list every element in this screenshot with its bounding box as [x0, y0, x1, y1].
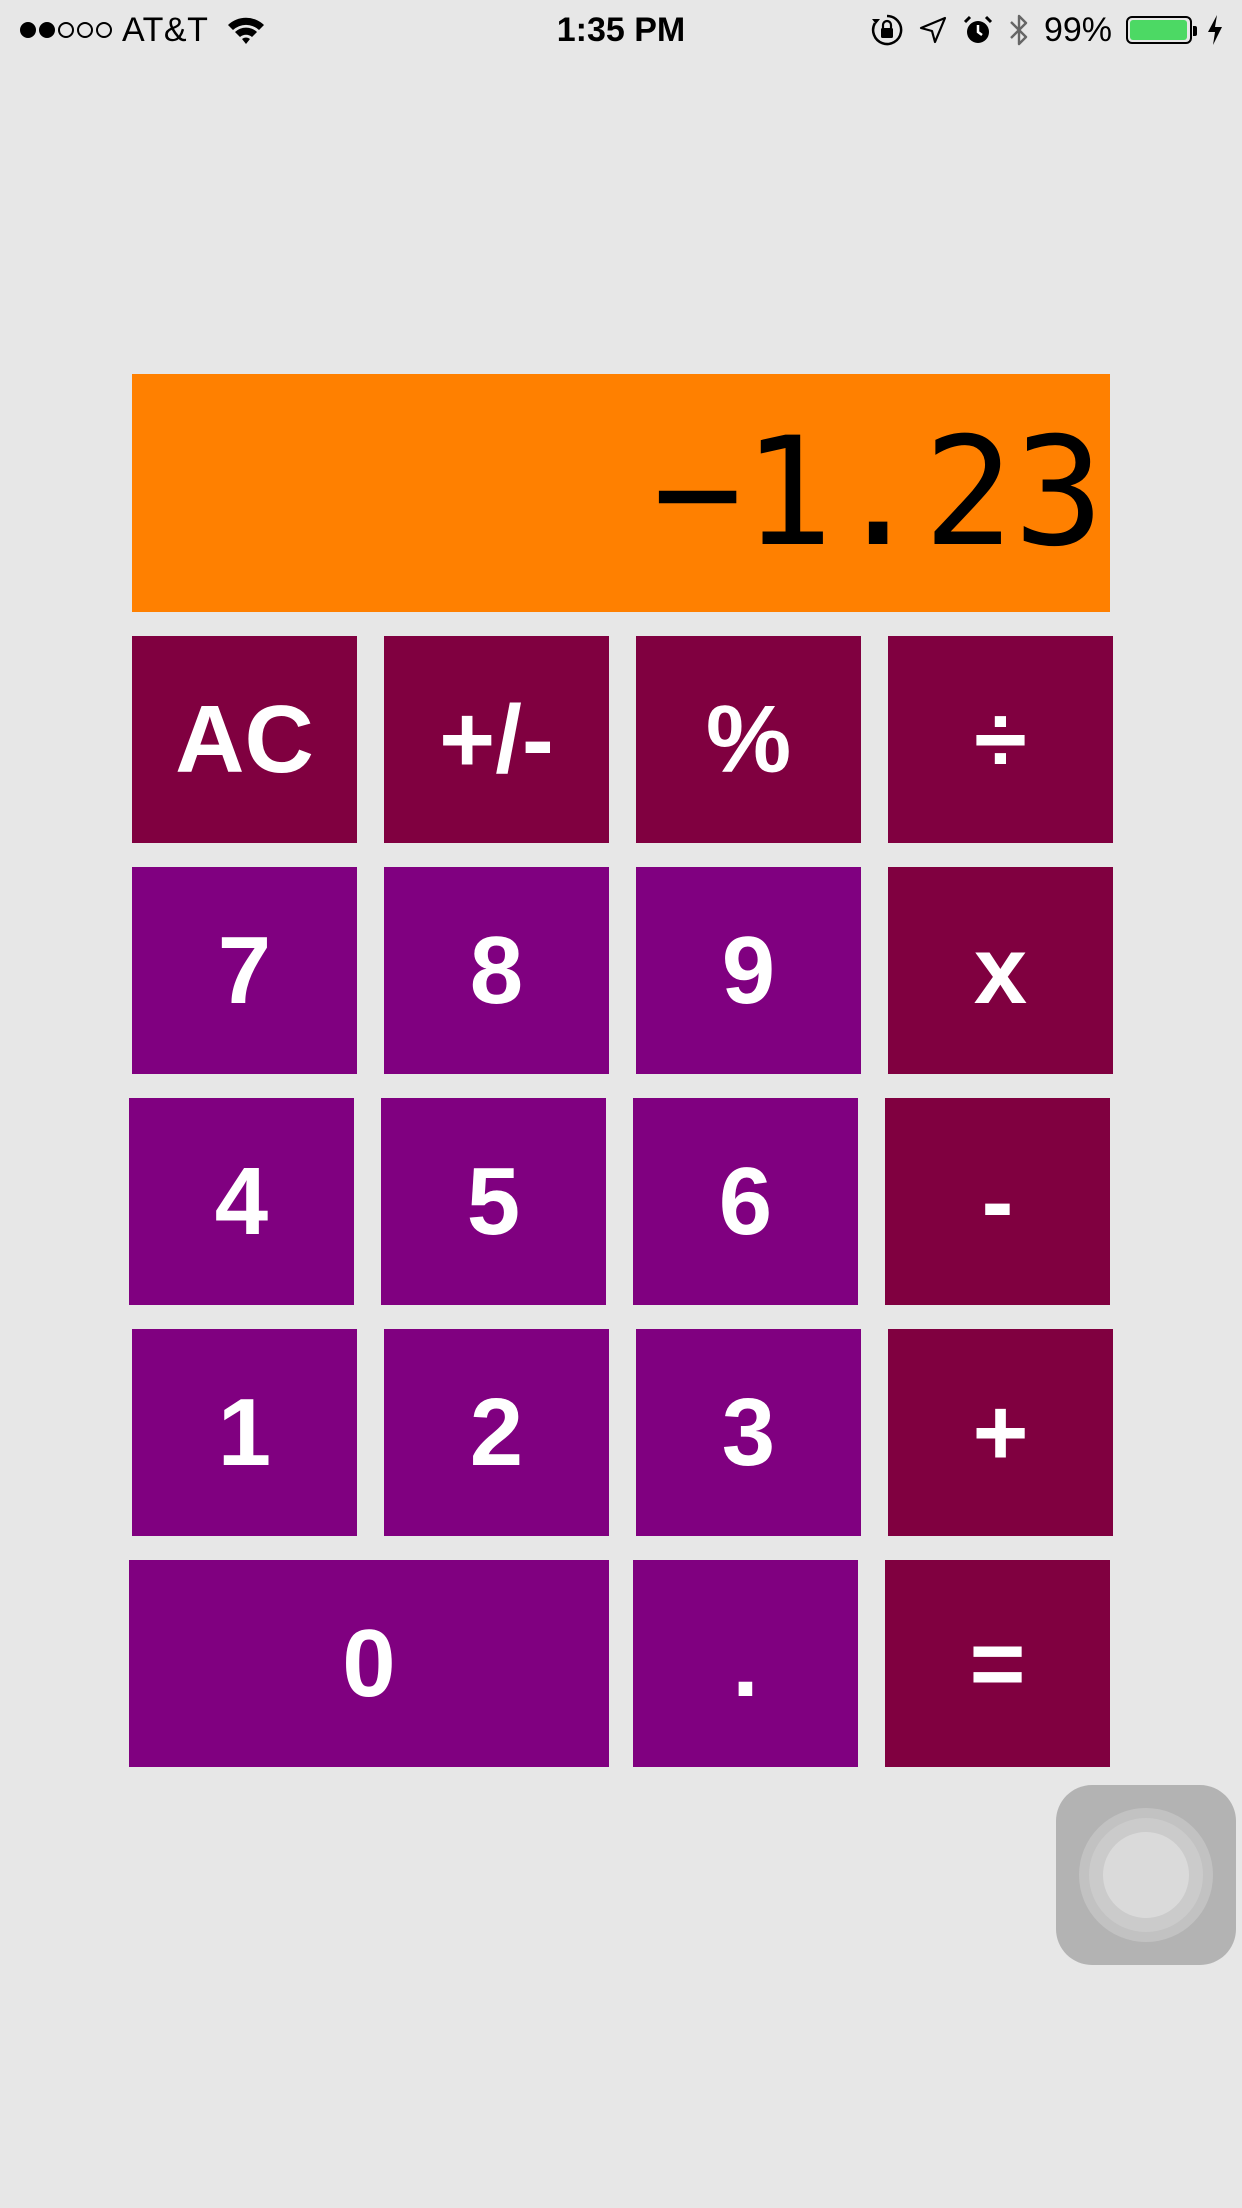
decimal-button[interactable]: . — [633, 1560, 858, 1767]
digit-9-button[interactable]: 9 — [636, 867, 861, 1074]
digit-5-button[interactable]: 5 — [381, 1098, 606, 1305]
percent-button[interactable]: % — [636, 636, 861, 843]
bluetooth-icon — [1010, 14, 1028, 46]
alarm-icon — [963, 15, 992, 43]
location-icon — [919, 16, 947, 44]
battery-icon — [1126, 16, 1197, 44]
digit-6-button[interactable]: 6 — [633, 1098, 858, 1305]
assistive-touch-button[interactable] — [1056, 1785, 1236, 1965]
orientation-lock-icon — [871, 14, 903, 46]
subtract-button[interactable]: - — [885, 1098, 1110, 1305]
equals-button[interactable]: = — [885, 1560, 1110, 1767]
battery-fill — [1130, 20, 1188, 40]
digit-2-button[interactable]: 2 — [384, 1329, 609, 1536]
digit-7-button[interactable]: 7 — [132, 867, 357, 1074]
display-value: −1.23 — [652, 406, 1104, 580]
all-clear-button[interactable]: AC — [132, 636, 357, 843]
digit-4-button[interactable]: 4 — [129, 1098, 354, 1305]
assistive-touch-center — [1103, 1832, 1189, 1918]
add-button[interactable]: + — [888, 1329, 1113, 1536]
multiply-button[interactable]: x — [888, 867, 1113, 1074]
digit-1-button[interactable]: 1 — [132, 1329, 357, 1536]
digit-8-button[interactable]: 8 — [384, 867, 609, 1074]
charging-icon — [1208, 15, 1222, 45]
divide-button[interactable]: ÷ — [888, 636, 1113, 843]
status-right: 99% — [870, 8, 1224, 52]
status-bar: AT&T 1:35 PM 99% — [0, 0, 1242, 60]
digit-3-button[interactable]: 3 — [636, 1329, 861, 1536]
calculator-display: −1.23 — [132, 374, 1110, 612]
battery-percent: 99% — [1043, 10, 1112, 49]
sign-toggle-button[interactable]: +/- — [384, 636, 609, 843]
digit-0-button[interactable]: 0 — [129, 1560, 609, 1767]
battery-nub — [1193, 26, 1197, 36]
